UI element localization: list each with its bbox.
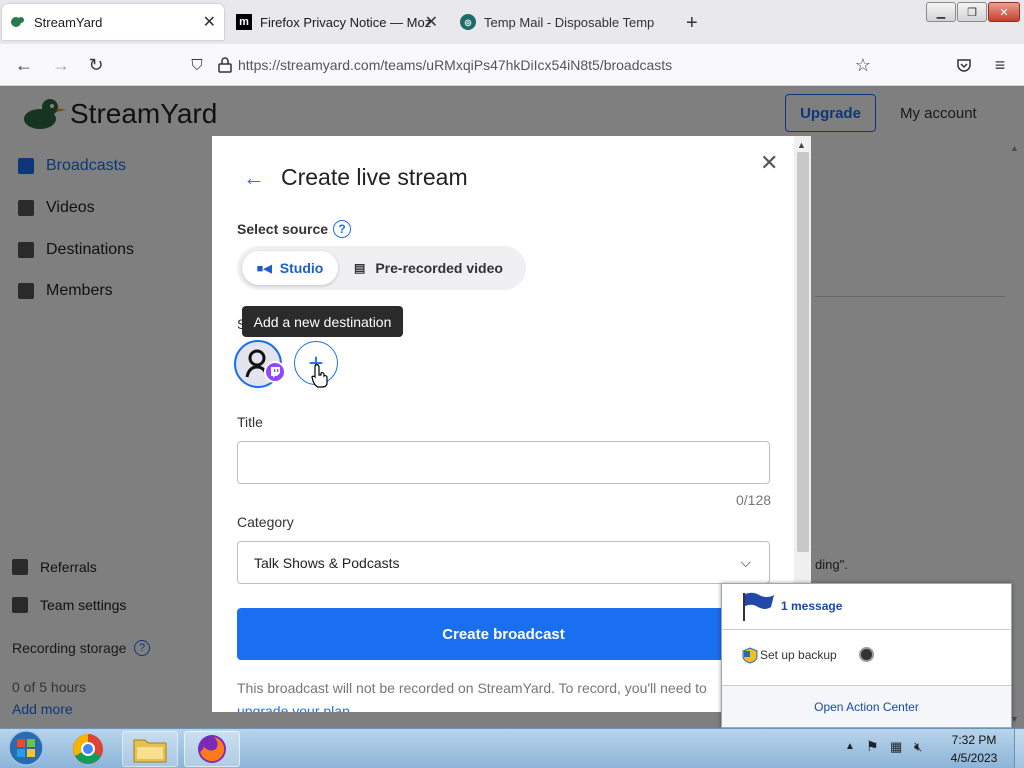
shield-icon <box>742 647 758 669</box>
create-broadcast-button[interactable]: Create broadcast <box>237 608 770 660</box>
windows-logo-icon <box>8 730 44 766</box>
back-arrow-icon[interactable]: ← <box>243 165 265 191</box>
messages-link[interactable]: 1 message <box>781 599 842 613</box>
lock-icon[interactable] <box>214 54 236 76</box>
close-modal-icon[interactable]: ✕ <box>760 150 778 176</box>
add-destination-tooltip: Add a new destination <box>242 306 403 337</box>
source-prerecorded-button[interactable]: ▤ Pre-recorded video <box>354 251 503 285</box>
reload-icon[interactable]: ↻ <box>85 54 107 76</box>
scroll-up-icon[interactable]: ▲ <box>797 140 806 150</box>
new-tab-icon[interactable]: + <box>686 12 698 35</box>
taskbar-chrome-button[interactable] <box>60 731 116 767</box>
close-tab-icon[interactable]: ✕ <box>203 12 216 32</box>
hand-cursor-icon <box>311 364 329 393</box>
maximize-window-button[interactable]: ❐ <box>957 2 987 22</box>
tempmail-favicon-icon: ◎ <box>460 14 476 30</box>
modal-title: Create live stream <box>281 164 468 190</box>
select-source-label: Select source <box>237 221 329 237</box>
back-icon[interactable]: ← <box>13 54 35 76</box>
start-button[interactable] <box>6 729 46 767</box>
title-label: Title <box>237 414 263 430</box>
title-input[interactable] <box>237 441 770 484</box>
action-center-flag-icon <box>741 591 775 628</box>
show-hidden-icons-icon[interactable]: ▲ <box>845 741 855 752</box>
twitch-icon <box>264 361 286 383</box>
tab-label: Firefox Privacy Notice — Mozilla <box>260 14 432 30</box>
bookmark-star-icon[interactable]: ☆ <box>852 54 874 76</box>
minimize-window-button[interactable]: ▁ <box>926 2 956 22</box>
chrome-icon <box>73 734 103 764</box>
tab-streamyard[interactable]: StreamYard ✕ <box>2 4 224 40</box>
menu-icon[interactable]: ≡ <box>989 54 1011 76</box>
scrollbar-thumb[interactable] <box>797 152 809 552</box>
set-up-backup-link[interactable]: Set up backup <box>760 648 837 662</box>
streamyard-favicon-icon <box>10 14 26 30</box>
taskbar-firefox-button[interactable] <box>184 731 240 767</box>
tab-label: StreamYard <box>34 14 103 30</box>
clock-date[interactable]: 4/5/2023 <box>940 751 1008 765</box>
tab-temp-mail[interactable]: ◎ Temp Mail - Disposable Tempor <box>452 4 680 40</box>
upgrade-plan-link[interactable]: upgrade your plan <box>237 703 350 712</box>
category-label: Category <box>237 514 294 530</box>
category-select[interactable]: Talk Shows & Podcasts ⌵ <box>237 541 770 584</box>
volume-muted-icon[interactable]: 🔇︎ <box>914 739 922 755</box>
chevron-down-icon: ⌵ <box>740 554 751 570</box>
url-bar[interactable]: https://streamyard.com/teams/uRMxqiPs47h… <box>238 57 672 73</box>
video-camera-icon: ■◀ <box>256 262 272 275</box>
source-studio-button[interactable]: ■◀ Studio <box>242 251 338 285</box>
tab-firefox-privacy[interactable]: m Firefox Privacy Notice — Mozilla ✕ <box>228 4 448 40</box>
clock-time[interactable]: 7:32 PM <box>940 733 1008 747</box>
divider <box>722 629 1011 630</box>
action-center-tray-icon[interactable]: ⚑ <box>866 738 879 755</box>
title-char-counter: 0/128 <box>736 492 772 508</box>
open-action-center-link[interactable]: Open Action Center <box>722 685 1011 727</box>
tracking-protection-icon[interactable]: ⛉ <box>186 54 208 76</box>
firefox-icon <box>198 735 226 763</box>
help-icon[interactable]: ? <box>333 220 351 238</box>
forward-icon[interactable]: → <box>50 54 72 76</box>
show-desktop-button[interactable] <box>1014 729 1024 768</box>
close-window-button[interactable]: ✕ <box>988 2 1020 22</box>
recording-notice: This broadcast will not be recorded on S… <box>237 680 707 696</box>
network-icon[interactable]: ▦ <box>890 739 902 755</box>
clock-icon <box>859 647 874 662</box>
taskbar-explorer-button[interactable] <box>122 731 178 767</box>
folder-icon <box>133 739 167 763</box>
tab-label: Temp Mail - Disposable Tempor <box>484 14 654 30</box>
mozilla-favicon-icon: m <box>236 14 252 30</box>
pocket-icon[interactable] <box>953 54 975 76</box>
film-icon: ▤ <box>354 261 366 275</box>
close-tab-icon[interactable]: ✕ <box>425 12 438 32</box>
